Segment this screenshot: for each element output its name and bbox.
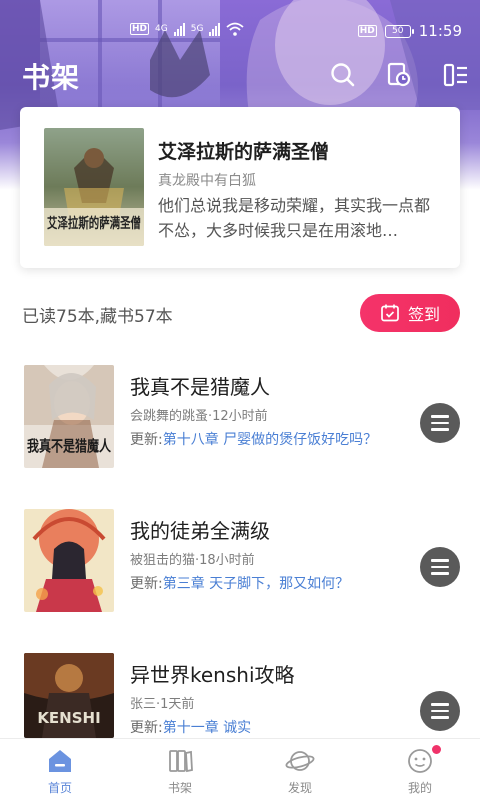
notification-dot <box>432 745 441 754</box>
home-icon <box>49 750 71 772</box>
featured-book-author: 真龙殿中有白狐 <box>158 173 256 189</box>
bookshelf-icon <box>169 750 193 773</box>
nav-label-home: 首页 <box>47 781 72 795</box>
network-type-label-2: 5G <box>190 24 204 34</box>
profile-icon <box>408 749 432 773</box>
book-menu-button[interactable] <box>420 691 460 731</box>
latest-chapter-link[interactable]: 第十八章 尸婴做的煲仔饭好吃吗？ <box>163 432 377 448</box>
signal-icon <box>173 22 185 36</box>
reading-stats: 已读75本,藏书57本 <box>22 307 173 327</box>
wifi-icon <box>226 22 245 36</box>
nav-item-bookshelf[interactable]: 书架 <box>120 739 240 800</box>
sign-in-label: 签到 <box>407 307 440 324</box>
clock: 11:59 <box>418 22 462 40</box>
book-cover[interactable] <box>24 509 114 612</box>
book-cover[interactable]: KENSHI <box>24 653 114 738</box>
featured-cover-title: 艾泽拉斯的萨满圣僧 <box>47 215 141 232</box>
book-update: 更新:第十八章 尸婴做的煲仔饭好吃吗？ <box>130 429 377 449</box>
hd-badge-2: HD <box>357 25 377 37</box>
featured-book-cover[interactable]: 艾泽拉斯的萨满圣僧 <box>44 128 144 246</box>
top-bar: 书架 <box>0 56 480 94</box>
nav-item-profile[interactable]: 我的 <box>360 739 480 800</box>
update-prefix: 更新: <box>130 576 163 592</box>
history-icon[interactable] <box>384 60 414 90</box>
featured-book-description: 他们总说我是移动荣耀，其实我一点都不怂，大多时候我只是在用滚地… <box>158 196 431 240</box>
status-signal-group: HD 4G 5G <box>130 22 245 36</box>
status-bar: HD 4G 5G HD 50 11:59 <box>0 0 480 60</box>
book-title[interactable]: 我的徒弟全满级 <box>130 515 270 544</box>
book-meta: 被狙击的猫·18小时前 <box>130 553 255 568</box>
book-cover-title: 我真不是猎魔人 <box>27 437 112 455</box>
update-prefix: 更新: <box>130 720 163 736</box>
book-update: 更新:第三章 天子脚下，那又如何？ <box>130 573 349 593</box>
featured-book-card[interactable]: 艾泽拉斯的萨满圣僧 艾泽拉斯的萨满圣僧 真龙殿中有白狐 他们总说我是移动荣耀，其… <box>20 107 460 268</box>
book-meta: 会跳舞的跳蚤·12小时前 <box>130 409 268 424</box>
book-update: 更新:第十一章 诚实 <box>130 717 251 737</box>
list-item[interactable]: 我的徒弟全满级 被狙击的猫·18小时前 更新:第三章 天子脚下，那又如何？ <box>0 509 480 619</box>
page-title: 书架 <box>22 61 81 94</box>
battery-icon: 50 <box>384 24 414 38</box>
bottom-navigation: 首页 书架 发现 我的 <box>0 738 480 800</box>
book-cover-title: KENSHI <box>37 709 100 727</box>
planet-icon <box>285 751 315 771</box>
nav-item-discover[interactable]: 发现 <box>240 739 360 800</box>
featured-book-title[interactable]: 艾泽拉斯的萨满圣僧 <box>158 137 329 164</box>
nav-label-profile: 我的 <box>407 781 432 795</box>
book-title[interactable]: 我真不是猎魔人 <box>130 371 270 400</box>
status-system-group: HD 50 11:59 <box>357 22 462 40</box>
book-menu-button[interactable] <box>420 547 460 587</box>
book-meta: 张三·1天前 <box>130 697 195 712</box>
search-icon[interactable] <box>328 60 358 90</box>
book-cover[interactable]: 我真不是猎魔人 <box>24 365 114 468</box>
book-menu-button[interactable] <box>420 403 460 443</box>
nav-label-bookshelf: 书架 <box>167 781 192 795</box>
book-title[interactable]: 异世界kenshi攻略 <box>130 659 295 688</box>
list-icon[interactable] <box>441 60 471 90</box>
latest-chapter-link[interactable]: 第三章 天子脚下，那又如何？ <box>163 576 349 592</box>
list-item[interactable]: 我真不是猎魔人 我真不是猎魔人 会跳舞的跳蚤·12小时前 更新:第十八章 尸婴做… <box>0 365 480 475</box>
latest-chapter-link[interactable]: 第十一章 诚实 <box>163 720 251 736</box>
nav-item-home[interactable]: 首页 <box>0 739 120 800</box>
update-prefix: 更新: <box>130 432 163 448</box>
hd-badge: HD <box>130 23 150 35</box>
signal-icon-2 <box>209 22 221 36</box>
sign-in-button[interactable]: 签到 <box>360 294 460 332</box>
calendar-check-icon <box>381 304 399 322</box>
nav-label-discover: 发现 <box>287 781 312 795</box>
network-type-label: 4G <box>155 24 168 34</box>
